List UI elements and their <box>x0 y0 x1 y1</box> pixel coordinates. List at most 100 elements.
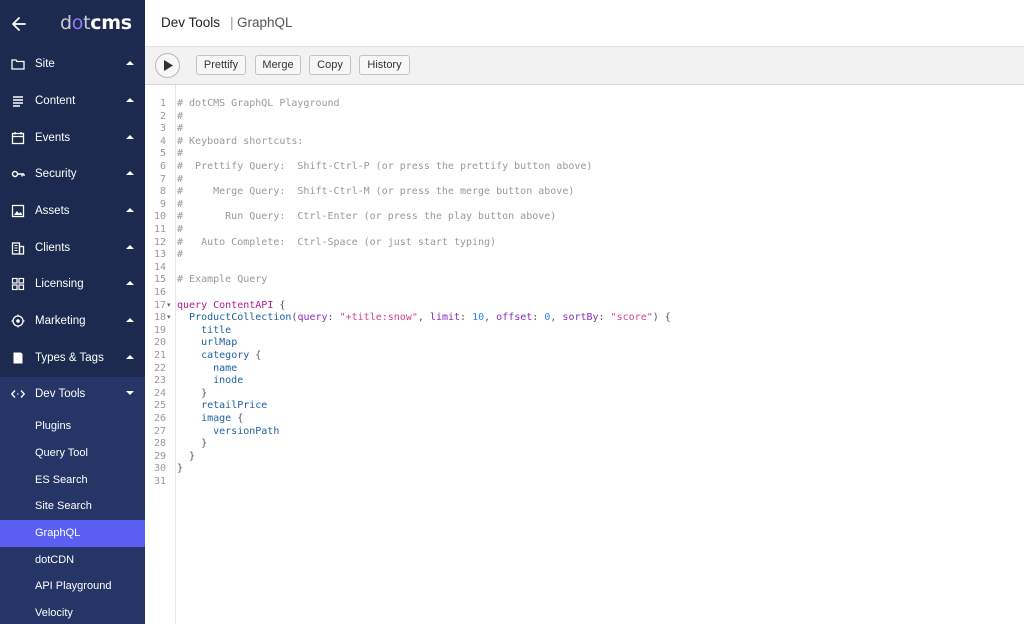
line-number: 3 <box>159 123 166 135</box>
code-token: , <box>550 312 563 324</box>
code-token: , <box>484 312 497 324</box>
line-number: 25 <box>153 400 166 412</box>
chevron-up-icon <box>126 245 134 249</box>
grid-icon <box>11 277 25 291</box>
query-keyword: query <box>177 299 208 311</box>
field-versionpath: versionPath <box>213 425 280 437</box>
chevron-up-icon <box>126 355 134 359</box>
code-token: } <box>177 463 184 475</box>
code-line: # <box>177 148 184 160</box>
main-panel: Dev Tools | GraphQL Prettify Merge Copy … <box>145 0 1024 624</box>
code-line: # <box>177 110 184 122</box>
sidebar-item-label: Security <box>35 168 77 180</box>
sidebar-subitem-site-search[interactable]: Site Search <box>0 493 145 520</box>
code-line: } <box>177 463 183 476</box>
code-line: image { <box>177 413 243 426</box>
sidebar-item-licensing[interactable]: Licensing <box>0 267 145 303</box>
sidebar-item-label: Site <box>35 58 55 70</box>
sidebar-item-label: Events <box>35 132 71 144</box>
sidebar-item-security[interactable]: Security <box>0 157 145 193</box>
code-token: { <box>231 413 244 424</box>
code-line: query ContentAPI { <box>177 300 285 313</box>
run-query-button[interactable] <box>155 53 180 78</box>
code-token: : <box>532 312 545 324</box>
sidebar-subitem-query-tool[interactable]: Query Tool <box>0 440 145 467</box>
arg-name: limit <box>429 312 461 324</box>
sidebar-item-label: Content <box>35 95 76 107</box>
sidebar-item-site[interactable]: Site <box>0 47 145 83</box>
sidebar-item-clients[interactable]: Clients <box>0 231 145 267</box>
fold-toggle-icon[interactable]: ▾ <box>167 312 171 325</box>
line-number: 4 <box>159 135 166 147</box>
sidebar-subitem-dotcdn[interactable]: dotCDN <box>0 547 145 574</box>
copy-button[interactable]: Copy <box>309 55 351 75</box>
prettify-button[interactable]: Prettify <box>196 55 246 75</box>
line-number: 28 <box>153 438 166 450</box>
sidebar-subitem-api-playground[interactable]: API Playground <box>0 573 145 600</box>
code-token: , <box>417 312 430 324</box>
line-number: 30 <box>153 463 166 475</box>
line-number: 26 <box>153 413 166 424</box>
arg-name: query <box>297 312 328 324</box>
calendar-icon <box>11 132 25 145</box>
sidebar: dotcms Site Content Events Security Asse… <box>0 0 145 624</box>
code-line: # Auto Complete: Ctrl-Space (or just sta… <box>177 236 497 248</box>
query-editor[interactable]: 1 2 3 4 5 6 7 8 9 10 11 12 13 14 15 16 17 18 19 20 21 22 23 24 2… <box>145 85 1024 624</box>
sidebar-item-dev-tools[interactable]: Dev Tools <box>0 377 145 413</box>
sidebar-item-events[interactable]: Events <box>0 121 145 157</box>
sidebar-item-types-tags[interactable]: Types & Tags <box>0 341 145 377</box>
sidebar-subitem-label: Query Tool <box>35 447 88 459</box>
field-name: name <box>213 362 238 374</box>
sidebar-item-label: Dev Tools <box>35 388 86 400</box>
sidebar-subitem-plugins[interactable]: Plugins <box>0 413 145 440</box>
line-number: 14 <box>153 261 166 273</box>
arrow-left-icon[interactable] <box>11 14 27 34</box>
line-number: 23 <box>153 375 166 387</box>
field-retailprice: retailPrice <box>201 400 268 412</box>
sidebar-item-label: Clients <box>35 242 71 254</box>
toolbar: Prettify Merge Copy History <box>145 47 1024 85</box>
code-line: # <box>177 224 184 235</box>
line-number: 21 <box>153 350 166 361</box>
sidebar-item-content[interactable]: Content <box>0 84 145 120</box>
code-token: : <box>598 312 611 324</box>
sidebar-subitem-graphql[interactable]: GraphQL <box>0 520 145 547</box>
dotcms-logo[interactable]: dotcms <box>60 12 132 34</box>
code-icon <box>11 390 25 398</box>
fold-toggle-icon[interactable]: ▾ <box>167 300 171 313</box>
merge-button[interactable]: Merge <box>255 55 301 75</box>
code-line: # Example Query <box>177 274 268 286</box>
chevron-up-icon <box>126 318 134 322</box>
line-number: 19 <box>153 324 166 336</box>
sidebar-header: dotcms <box>0 0 145 48</box>
code-line: # <box>177 123 184 135</box>
arg-value: 10 <box>472 312 485 324</box>
line-number: 11 <box>153 224 166 235</box>
bookmark-icon <box>13 352 23 364</box>
code-token: ) { <box>652 312 671 324</box>
line-number: 22 <box>153 362 166 374</box>
line-number: 7 <box>159 173 166 185</box>
line-number: 9 <box>159 198 166 210</box>
sidebar-item-marketing[interactable]: Marketing <box>0 304 145 340</box>
breadcrumb-section: Dev Tools <box>161 15 221 30</box>
line-number: 12 <box>153 236 166 248</box>
sidebar-subitem-label: Plugins <box>35 420 72 432</box>
sidebar-item-label: Assets <box>35 205 70 217</box>
list-icon <box>13 96 23 107</box>
code-token: } <box>189 450 196 462</box>
code-token: { <box>273 299 286 311</box>
sidebar-subitem-label: Velocity <box>35 607 73 619</box>
line-number: 10 <box>153 211 166 223</box>
arg-name: offset <box>496 312 533 324</box>
line-number-gutter: 1 2 3 4 5 6 7 8 9 10 11 12 13 14 15 16 17 18 19 20 21 22 23 24 2… <box>145 85 176 624</box>
field-title: title <box>201 324 232 336</box>
history-button[interactable]: History <box>359 55 410 75</box>
arg-name: sortBy <box>562 312 599 324</box>
code-line: # Run Query: Ctrl-Enter (or press the pl… <box>177 211 557 223</box>
sidebar-subitem-es-search[interactable]: ES Search <box>0 467 145 494</box>
sidebar-subitem-velocity[interactable]: Velocity <box>0 600 145 624</box>
line-number: 18 <box>153 312 166 324</box>
arg-value: "+title:snow" <box>339 312 418 324</box>
sidebar-item-assets[interactable]: Assets <box>0 194 145 230</box>
